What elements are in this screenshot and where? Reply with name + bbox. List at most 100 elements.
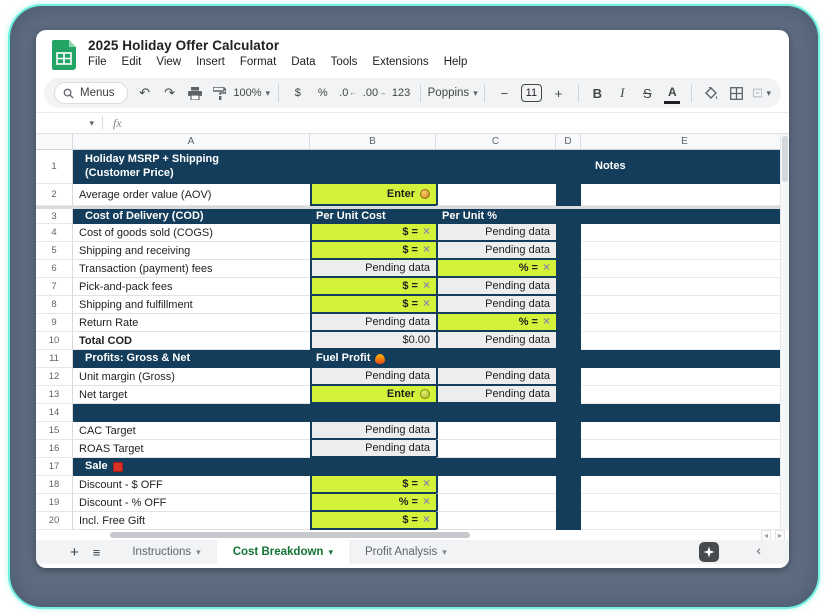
cell-C8[interactable]: Pending data — [436, 296, 556, 314]
cell-C9[interactable]: % = — [436, 314, 556, 332]
cell-B4[interactable]: $ = — [310, 224, 436, 242]
cell-B15[interactable]: Pending data — [310, 422, 436, 440]
bold-button[interactable]: B — [589, 82, 605, 104]
row-number[interactable]: 16 — [36, 440, 73, 458]
cell-E20[interactable] — [581, 512, 789, 530]
cell-E10[interactable] — [581, 332, 789, 350]
cell-C1[interactable] — [436, 150, 556, 184]
more-formats-button[interactable]: 123 — [393, 82, 409, 104]
cell-D9[interactable] — [556, 314, 581, 332]
undo-icon[interactable]: ↶ — [137, 82, 153, 104]
cell-C20[interactable] — [436, 512, 556, 530]
cell-A15[interactable]: CAC Target — [73, 422, 310, 440]
cell-C18[interactable] — [436, 476, 556, 494]
cell-B12[interactable]: Pending data — [310, 368, 436, 386]
font-select[interactable]: Poppins — [432, 82, 474, 104]
cell-D6[interactable] — [556, 260, 581, 278]
tab-instructions[interactable]: Instructions — [116, 540, 216, 564]
menu-format[interactable]: Format — [240, 56, 276, 68]
cell-E19[interactable] — [581, 494, 789, 512]
cell-B16[interactable]: Pending data — [310, 440, 436, 458]
name-box[interactable] — [36, 118, 102, 129]
cell-E4[interactable] — [581, 224, 789, 242]
row-number[interactable]: 18 — [36, 476, 73, 494]
cell-B18[interactable]: $ = — [310, 476, 436, 494]
add-sheet-icon[interactable]: + — [70, 544, 79, 561]
cell-B3[interactable]: Per Unit Cost — [310, 209, 436, 224]
cell-D5[interactable] — [556, 242, 581, 260]
cell-D7[interactable] — [556, 278, 581, 296]
menu-help[interactable]: Help — [444, 56, 468, 68]
paint-format-icon[interactable] — [212, 82, 228, 104]
cell-E5[interactable] — [581, 242, 789, 260]
cell-A13[interactable]: Net target — [73, 386, 310, 404]
row-number[interactable]: 6 — [36, 260, 73, 278]
cell-A5[interactable]: Shipping and receiving — [73, 242, 310, 260]
cell-E9[interactable] — [581, 314, 789, 332]
cell-D12[interactable] — [556, 368, 581, 386]
text-color-button[interactable]: A — [664, 82, 680, 104]
cell-D14[interactable] — [556, 404, 581, 422]
cell-C10[interactable]: Pending data — [436, 332, 556, 350]
cell-B14[interactable] — [310, 404, 436, 422]
select-all-corner[interactable] — [36, 134, 73, 150]
cell-D10[interactable] — [556, 332, 581, 350]
cell-A17[interactable]: Sale — [73, 458, 310, 476]
horizontal-scrollbar-thumb[interactable] — [110, 532, 470, 538]
menu-file[interactable]: File — [88, 56, 107, 68]
column-header-b[interactable]: B — [310, 134, 436, 150]
cell-D1[interactable] — [556, 150, 581, 184]
cell-E12[interactable] — [581, 368, 789, 386]
cell-D11[interactable] — [556, 350, 581, 368]
cell-A7[interactable]: Pick-and-pack fees — [73, 278, 310, 296]
cell-B20[interactable]: $ = — [310, 512, 436, 530]
row-number[interactable]: 20 — [36, 512, 73, 530]
cell-C6[interactable]: % = — [436, 260, 556, 278]
gemini-spark-button[interactable] — [699, 542, 719, 562]
row-number[interactable]: 11 — [36, 350, 73, 368]
cell-A11[interactable]: Profits: Gross & Net — [73, 350, 310, 368]
cell-C14[interactable] — [436, 404, 556, 422]
row-number[interactable]: 2 — [36, 184, 73, 206]
cell-E8[interactable] — [581, 296, 789, 314]
cell-B19[interactable]: % = — [310, 494, 436, 512]
horizontal-scrollbar[interactable]: ◂ ▸ — [36, 530, 789, 540]
tab-profit-analysis[interactable]: Profit Analysis — [349, 540, 463, 564]
cell-A3[interactable]: Cost of Delivery (COD) — [73, 209, 310, 224]
cell-A20[interactable]: Incl. Free Gift — [73, 512, 310, 530]
collapse-chevron-icon[interactable] — [756, 542, 761, 558]
column-header-d[interactable]: D — [556, 134, 581, 150]
cell-A2[interactable]: Average order value (AOV) — [73, 184, 310, 206]
cell-E1[interactable]: Notes — [581, 150, 789, 184]
cell-B10[interactable]: $0.00 — [310, 332, 436, 350]
cell-A9[interactable]: Return Rate — [73, 314, 310, 332]
row-number[interactable]: 17 — [36, 458, 73, 476]
row-number[interactable]: 3 — [36, 209, 73, 224]
cell-A19[interactable]: Discount - % OFF — [73, 494, 310, 512]
cell-C5[interactable]: Pending data — [436, 242, 556, 260]
cell-C3[interactable]: Per Unit % — [436, 209, 556, 224]
cell-A4[interactable]: Cost of goods sold (COGS) — [73, 224, 310, 242]
cell-B17[interactable] — [310, 458, 436, 476]
document-title[interactable]: 2025 Holiday Offer Calculator — [88, 38, 467, 53]
cell-D15[interactable] — [556, 422, 581, 440]
cell-D13[interactable] — [556, 386, 581, 404]
cell-C4[interactable]: Pending data — [436, 224, 556, 242]
cell-A16[interactable]: ROAS Target — [73, 440, 310, 458]
format-currency-button[interactable]: $ — [290, 82, 306, 104]
cell-E16[interactable] — [581, 440, 789, 458]
cell-D8[interactable] — [556, 296, 581, 314]
menu-view[interactable]: View — [156, 56, 181, 68]
cell-C7[interactable]: Pending data — [436, 278, 556, 296]
row-number[interactable]: 7 — [36, 278, 73, 296]
vertical-scrollbar[interactable] — [780, 134, 789, 530]
menu-data[interactable]: Data — [291, 56, 315, 68]
cell-A8[interactable]: Shipping and fulfillment — [73, 296, 310, 314]
increase-font-size-button[interactable]: + — [551, 82, 567, 104]
cell-E15[interactable] — [581, 422, 789, 440]
cell-C12[interactable]: Pending data — [436, 368, 556, 386]
column-header-a[interactable]: A — [73, 134, 310, 150]
cell-D16[interactable] — [556, 440, 581, 458]
row-number[interactable]: 15 — [36, 422, 73, 440]
cell-C11[interactable] — [436, 350, 556, 368]
